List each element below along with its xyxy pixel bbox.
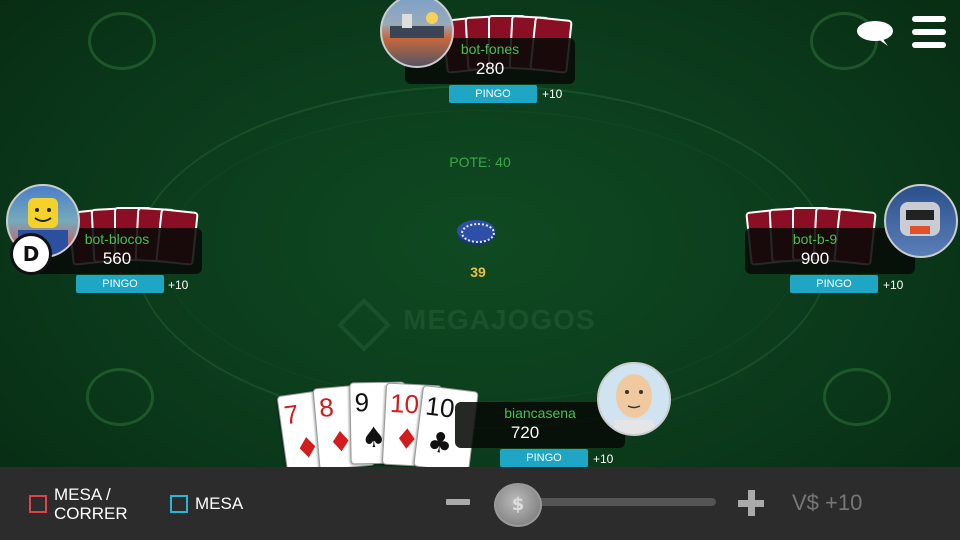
player-chips: 720 [510, 423, 540, 442]
mesa-checkbox[interactable] [170, 495, 188, 513]
card-rank: 7 [282, 398, 301, 431]
pingo-increment-left: +10 [168, 278, 189, 292]
card-rank: 8 [317, 391, 335, 424]
increase-bet-button[interactable] [738, 490, 764, 516]
pingo-button-right[interactable]: PINGO [790, 275, 878, 293]
player-name: bot-b-9 [792, 231, 838, 247]
card-suit-icon: ♣ [425, 424, 455, 461]
pingo-button-left[interactable]: PINGO [76, 275, 164, 293]
bet-slider-thumb[interactable]: $ [494, 483, 542, 527]
avatar-illustration-icon [390, 12, 444, 38]
empty-seat-bottom-left[interactable] [86, 368, 154, 426]
mesa-correr-label[interactable]: MESA / CORRER [54, 485, 128, 523]
card-rank: 10 [423, 390, 457, 424]
avatar-illustration-icon [900, 202, 940, 236]
logo-text: MEGAJOGOS [403, 304, 596, 335]
pot-label: POTE: 40 [449, 154, 511, 170]
bet-value[interactable]: V$ +10 [792, 490, 862, 516]
card-rank: 10 [389, 387, 420, 420]
mesa-label[interactable]: MESA [195, 494, 243, 513]
table-logo: MEGAJOGOS [337, 298, 605, 352]
pingo-button-top[interactable]: PINGO [449, 85, 537, 103]
coin-icon: $ [511, 494, 525, 515]
current-bet: 39 [470, 264, 486, 280]
dealer-button: D [10, 233, 52, 275]
pingo-button-me[interactable]: PINGO [500, 449, 588, 467]
empty-seat-bottom-right[interactable] [823, 368, 891, 426]
menu-icon[interactable] [912, 16, 946, 50]
player-chips: 900 [800, 249, 830, 268]
chat-icon[interactable] [856, 20, 894, 46]
decrease-bet-button[interactable] [446, 499, 470, 505]
card-rank: 9 [354, 387, 370, 418]
pingo-increment-top: +10 [542, 87, 563, 101]
chip-stack-icon [457, 220, 495, 243]
player-avatar-me[interactable] [597, 362, 671, 436]
avatar-illustration-icon [614, 374, 654, 434]
pingo-increment-right: +10 [883, 278, 904, 292]
player-avatar-right[interactable] [884, 184, 958, 258]
empty-seat-top-left[interactable] [88, 12, 156, 70]
pingo-increment-me: +10 [593, 452, 614, 466]
mesa-correr-checkbox[interactable] [29, 495, 47, 513]
